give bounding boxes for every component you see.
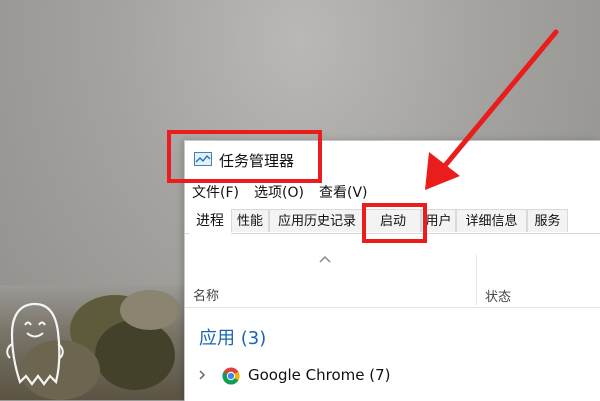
column-status-header[interactable]: 状态 [485, 286, 511, 305]
column-header-row: 名称 状态 [185, 251, 600, 308]
chevron-right-icon[interactable] [197, 369, 207, 381]
column-separator[interactable] [476, 255, 477, 305]
annotation-box-startup [362, 203, 427, 243]
process-name: Google Chrome (7) [248, 366, 391, 384]
process-row[interactable]: Google Chrome (7) [185, 363, 600, 389]
ghost-doodle [6, 302, 64, 386]
tab-performance[interactable]: 性能 [231, 209, 269, 232]
tab-processes[interactable]: 进程 [189, 209, 231, 234]
annotation-box-title [167, 130, 322, 183]
menu-file[interactable]: 文件(F) [192, 182, 239, 202]
tab-services[interactable]: 服务 [527, 209, 568, 232]
sort-ascending-icon[interactable] [319, 255, 331, 263]
tab-app-history[interactable]: 应用历史记录 [269, 209, 365, 232]
menu-bar: 文件(F) 选项(O) 查看(V) [185, 181, 600, 203]
apps-group-title: 应用 (3) [199, 328, 267, 349]
menu-options[interactable]: 选项(O) [254, 182, 304, 202]
menu-view[interactable]: 查看(V) [319, 182, 368, 202]
tab-details[interactable]: 详细信息 [456, 209, 527, 232]
column-name-header[interactable]: 名称 [193, 285, 219, 304]
chrome-icon [222, 367, 240, 385]
